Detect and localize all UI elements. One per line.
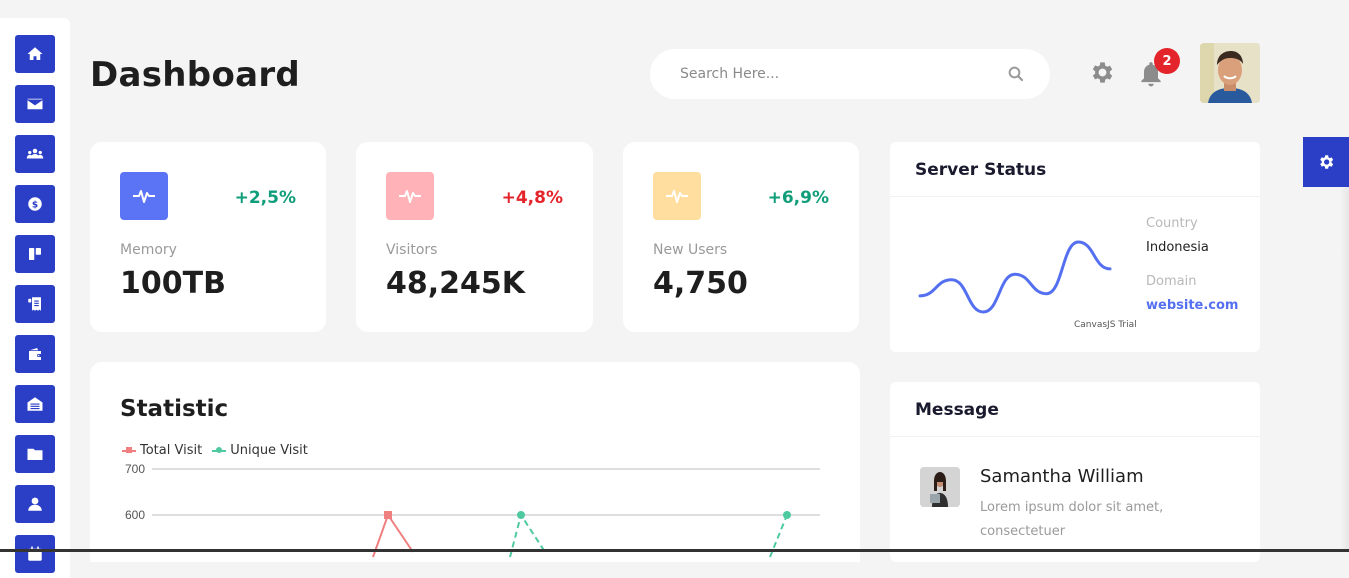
search-input[interactable] bbox=[680, 66, 1007, 82]
floating-settings-button[interactable] bbox=[1303, 137, 1349, 187]
unique-visit-point[interactable] bbox=[783, 511, 791, 519]
domain-label: Domain bbox=[1146, 274, 1197, 289]
stat-label: Memory bbox=[120, 242, 177, 258]
stat-card-memory: +2,5% Memory 100TB bbox=[90, 142, 326, 332]
sidebar-item-home[interactable] bbox=[15, 35, 55, 73]
legend-label: Total Visit bbox=[140, 443, 203, 458]
chart-watermark: CanvasJS Trial bbox=[1074, 320, 1137, 330]
svg-text:$: $ bbox=[32, 200, 38, 210]
y-tick-label: 600 bbox=[125, 508, 145, 522]
legend-unique-visit[interactable]: Unique Visit bbox=[212, 443, 308, 458]
avatar-photo bbox=[1200, 43, 1260, 103]
legend-swatch bbox=[122, 446, 136, 453]
panel-title: Server Status bbox=[915, 160, 1047, 180]
message-avatar[interactable] bbox=[920, 467, 960, 507]
pulse-icon bbox=[133, 190, 155, 203]
server-status-line bbox=[918, 240, 1112, 314]
domain-link[interactable]: website.com bbox=[1146, 298, 1238, 313]
legend-label: Unique Visit bbox=[230, 443, 308, 458]
search-bar bbox=[650, 49, 1050, 99]
statistic-chart: 700 600 bbox=[125, 462, 820, 558]
divider bbox=[890, 196, 1260, 197]
stat-icon-box bbox=[386, 172, 434, 220]
stat-change: +4,8% bbox=[501, 188, 563, 208]
gear-icon bbox=[1320, 155, 1334, 169]
sidebar: $ bbox=[0, 18, 70, 578]
pulse-icon bbox=[666, 190, 688, 203]
sidebar-item-folder[interactable] bbox=[15, 435, 55, 473]
page-title: Dashboard bbox=[90, 55, 301, 95]
total-visit-point[interactable] bbox=[384, 511, 392, 519]
warehouse-icon bbox=[27, 397, 43, 411]
scroll-shadow bbox=[1340, 187, 1349, 552]
stat-value: 48,245K bbox=[386, 266, 526, 301]
user-avatar[interactable] bbox=[1200, 43, 1260, 103]
stat-value: 100TB bbox=[120, 266, 226, 301]
envelope-icon bbox=[27, 98, 43, 110]
stat-change: +2,5% bbox=[234, 188, 296, 208]
statistic-title: Statistic bbox=[120, 396, 229, 422]
legend-total-visit[interactable]: Total Visit bbox=[122, 443, 202, 458]
stat-icon-box bbox=[120, 172, 168, 220]
sidebar-item-calendar[interactable] bbox=[15, 535, 55, 573]
folder-icon bbox=[27, 448, 43, 460]
message-preview: Lorem ipsum dolor sit amet, consectetuer bbox=[980, 500, 1164, 539]
stat-label: Visitors bbox=[386, 242, 438, 258]
divider bbox=[890, 436, 1260, 437]
sidebar-item-profile[interactable] bbox=[15, 485, 55, 523]
calendar-icon bbox=[28, 546, 42, 561]
legend-swatch bbox=[212, 446, 227, 453]
stat-card-new-users: +6,9% New Users 4,750 bbox=[623, 142, 859, 332]
message-sender[interactable]: Samantha William bbox=[980, 466, 1144, 487]
server-status-panel: Server Status CanvasJS Trial Country Ind… bbox=[890, 142, 1260, 352]
stat-label: New Users bbox=[653, 242, 728, 258]
sidebar-item-mail[interactable] bbox=[15, 85, 55, 123]
country-label: Country bbox=[1146, 216, 1198, 231]
user-icon bbox=[28, 497, 42, 511]
country-value: Indonesia bbox=[1146, 240, 1209, 255]
notification-badge: 2 bbox=[1154, 48, 1180, 74]
wallet-icon bbox=[29, 348, 42, 360]
statistic-panel: Statistic Total Visit Unique Visit 700 6… bbox=[90, 362, 860, 562]
dollar-icon: $ bbox=[28, 197, 42, 211]
avatar-photo bbox=[920, 467, 960, 507]
panel-title: Message bbox=[915, 400, 999, 420]
stat-card-visitors: +4,8% Visitors 48,245K bbox=[356, 142, 593, 332]
sidebar-item-payments[interactable]: $ bbox=[15, 185, 55, 223]
gear-icon[interactable] bbox=[1088, 59, 1115, 86]
sidebar-item-receipt[interactable] bbox=[15, 285, 55, 323]
sidebar-item-users[interactable] bbox=[15, 135, 55, 173]
chart-legend: Total Visit Unique Visit bbox=[122, 443, 308, 458]
home-icon bbox=[27, 47, 43, 60]
stat-value: 4,750 bbox=[653, 266, 748, 301]
users-icon bbox=[26, 148, 44, 159]
sidebar-item-warehouse[interactable] bbox=[15, 385, 55, 423]
stat-icon-box bbox=[653, 172, 701, 220]
unique-visit-point[interactable] bbox=[517, 511, 525, 519]
trello-icon bbox=[29, 248, 41, 260]
sidebar-item-board[interactable] bbox=[15, 235, 55, 273]
receipt-icon bbox=[28, 297, 41, 311]
y-tick-label: 700 bbox=[125, 462, 145, 476]
message-panel: Message Samantha William Lorem ipsum dol… bbox=[890, 382, 1260, 562]
server-status-chart bbox=[918, 240, 1112, 314]
pulse-icon bbox=[399, 190, 421, 203]
search-icon[interactable] bbox=[1007, 65, 1025, 83]
sidebar-item-wallet[interactable] bbox=[15, 335, 55, 373]
stat-change: +6,9% bbox=[767, 188, 829, 208]
